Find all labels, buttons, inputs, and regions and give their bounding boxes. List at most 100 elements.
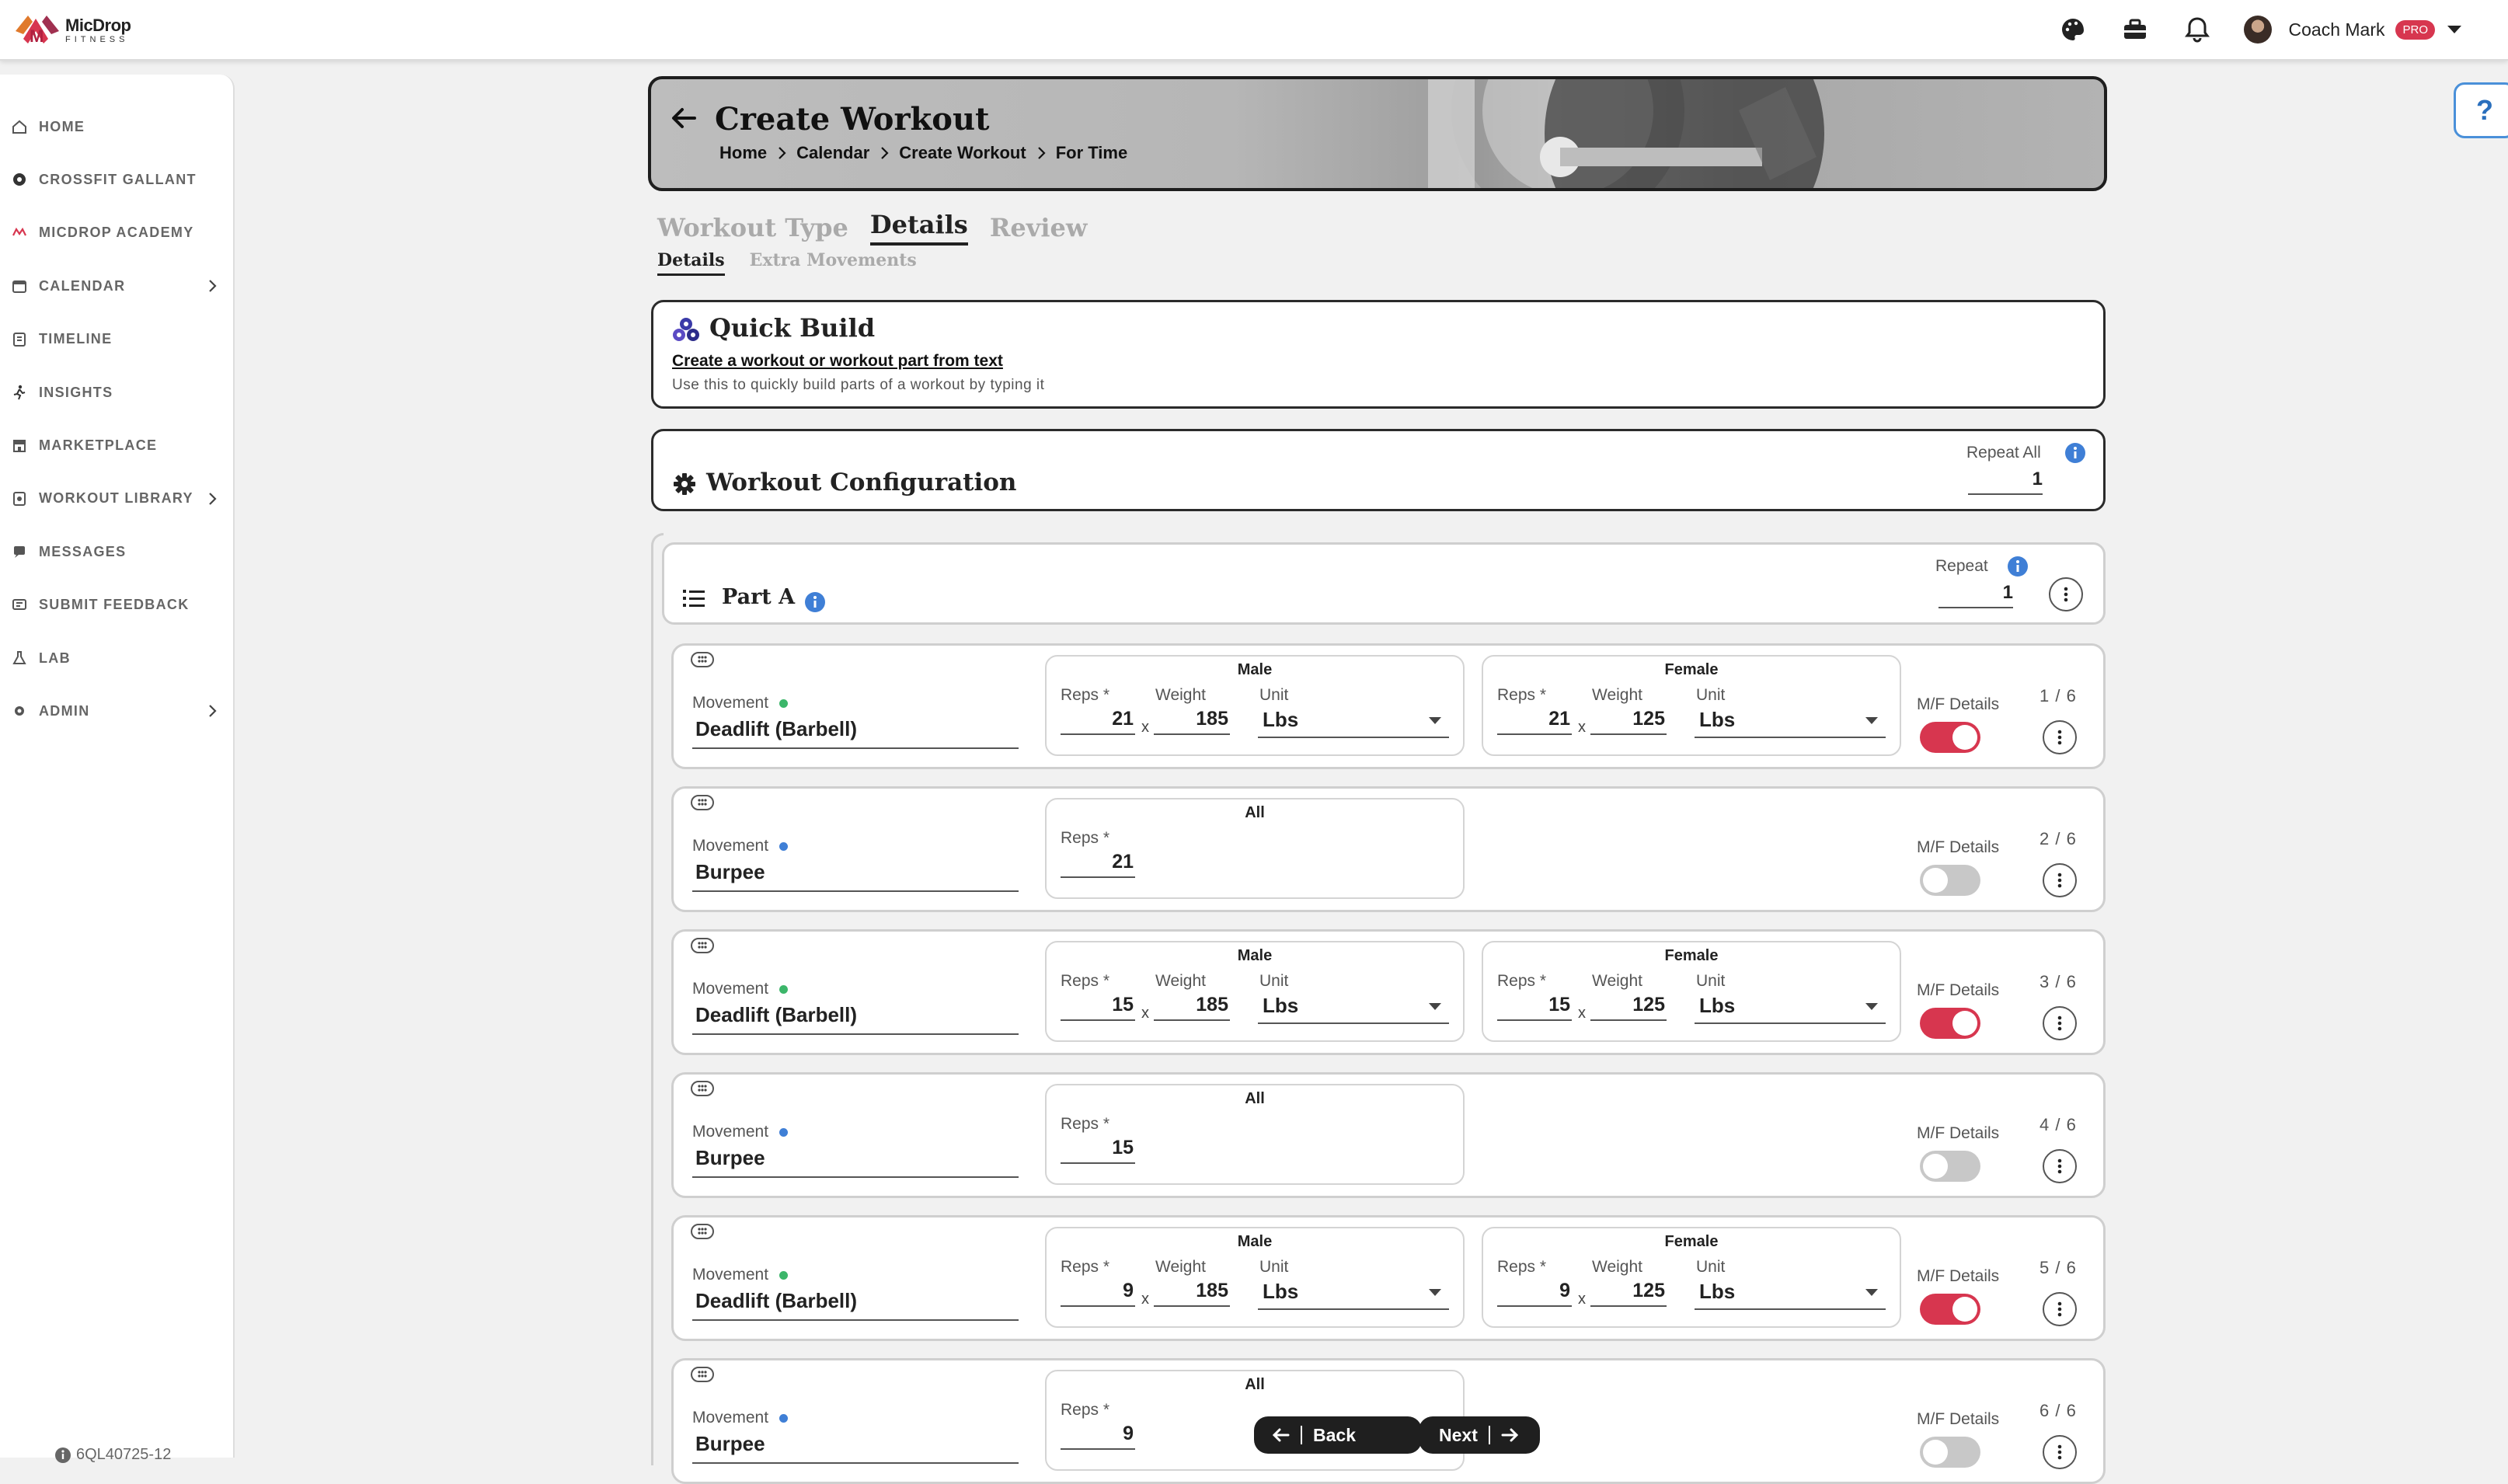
reps-label: Reps * (1497, 686, 1547, 704)
times-sign: x (1141, 1005, 1149, 1022)
breadcrumb-item[interactable]: Calendar (796, 143, 869, 163)
mf-details-toggle[interactable] (1920, 1294, 1980, 1325)
chevron-right-icon (1037, 147, 1046, 159)
weight-input[interactable]: 185 (1154, 1280, 1230, 1307)
breadcrumb-item[interactable]: Create Workout (899, 143, 1026, 163)
back-button[interactable]: Back (1254, 1416, 1422, 1454)
subtab-extra-movements[interactable]: Extra Movements (750, 250, 917, 276)
avatar[interactable] (2243, 16, 2272, 44)
dropdown-arrow-icon (1865, 1003, 1878, 1010)
weight-input[interactable]: 185 (1154, 994, 1230, 1021)
tab-workout-type[interactable]: Workout Type (657, 213, 848, 246)
subtab-details[interactable]: Details (657, 250, 725, 276)
toolbox-icon[interactable] (2120, 14, 2151, 45)
movement-index: 3 / 6 (2039, 972, 2077, 991)
tab-details[interactable]: Details (869, 210, 968, 246)
movement-input[interactable]: Burpee (692, 1432, 1019, 1464)
palette-icon[interactable] (2057, 14, 2088, 45)
info-icon[interactable] (2007, 556, 2029, 577)
sidebar-item-submit-feedback[interactable]: SUBMIT FEEDBACK (11, 594, 221, 617)
sidebar-item-admin[interactable]: ADMIN (11, 699, 221, 723)
movement-menu-button[interactable] (2043, 1292, 2077, 1326)
drag-handle-icon[interactable] (691, 652, 714, 667)
quick-build-link[interactable]: Create a workout or workout part from te… (672, 352, 1003, 371)
pro-badge: PRO (2395, 19, 2435, 40)
reps-label: Reps * (1061, 686, 1110, 704)
movement-menu-button[interactable] (2043, 863, 2077, 897)
chevron-right-icon[interactable] (204, 490, 221, 507)
next-button[interactable]: Next (1419, 1416, 1540, 1454)
reps-input[interactable]: 9 (1497, 1280, 1572, 1307)
info-icon[interactable] (804, 591, 826, 613)
tab-review[interactable]: Review (990, 213, 1088, 246)
reps-input[interactable]: 21 (1061, 851, 1135, 878)
sidebar-item-lab[interactable]: LAB (11, 646, 221, 670)
sidebar-item-workout-library[interactable]: WORKOUT LIBRARY (11, 487, 221, 510)
part-menu-button[interactable] (2049, 577, 2083, 611)
drag-handle-icon[interactable] (691, 1224, 714, 1239)
sidebar-item-messages[interactable]: MESSAGES (11, 540, 221, 563)
breadcrumb-item[interactable]: Home (719, 143, 767, 163)
help-button[interactable]: ? (2454, 82, 2508, 138)
back-arrow-icon[interactable] (668, 103, 699, 134)
reps-input[interactable]: 9 (1061, 1423, 1135, 1450)
movement-input[interactable]: Deadlift (Barbell) (692, 717, 1019, 749)
sidebar-item-crossfit-gallant[interactable]: CROSSFIT GALLANT (11, 168, 221, 191)
mf-details-toggle[interactable] (1920, 1151, 1980, 1182)
reps-label: Reps * (1061, 829, 1110, 847)
bell-icon[interactable] (2182, 14, 2213, 45)
movement-input[interactable]: Burpee (692, 860, 1019, 892)
unit-select[interactable]: Lbs (1258, 1280, 1449, 1310)
mf-details-toggle[interactable] (1920, 865, 1980, 896)
weight-input[interactable]: 185 (1154, 708, 1230, 735)
unit-select[interactable]: Lbs (1695, 994, 1886, 1024)
mf-details-toggle[interactable] (1920, 1008, 1980, 1039)
reps-input[interactable]: 15 (1061, 994, 1135, 1021)
movement-input[interactable]: Deadlift (Barbell) (692, 1003, 1019, 1035)
weight-input[interactable]: 125 (1590, 1280, 1667, 1307)
movement-menu-button[interactable] (2043, 720, 2077, 754)
unit-select[interactable]: Lbs (1258, 994, 1449, 1024)
reps-input[interactable]: 9 (1061, 1280, 1135, 1307)
male-group: Male Reps * Weight Unit 21 x 185 Lbs (1045, 655, 1465, 756)
movement-menu-button[interactable] (2043, 1006, 2077, 1040)
movement-input[interactable]: Deadlift (Barbell) (692, 1289, 1019, 1321)
chevron-right-icon[interactable] (204, 702, 221, 719)
drag-handle-icon[interactable] (691, 1081, 714, 1096)
unit-select[interactable]: Lbs (1695, 708, 1886, 738)
unit-select[interactable]: Lbs (1258, 708, 1449, 738)
weight-input[interactable]: 125 (1590, 994, 1667, 1021)
reps-input[interactable]: 21 (1061, 708, 1135, 735)
unit-select[interactable]: Lbs (1695, 1280, 1886, 1310)
reps-input[interactable]: 15 (1061, 1137, 1135, 1164)
user-name[interactable]: Coach Mark (2289, 19, 2385, 40)
movement-menu-button[interactable] (2043, 1435, 2077, 1469)
sidebar-item-micdrop-academy[interactable]: MICDROP ACADEMY (11, 221, 221, 245)
drag-handle-icon[interactable] (691, 1367, 714, 1382)
reps-input[interactable]: 21 (1497, 708, 1572, 735)
reps-label: Reps * (1061, 1115, 1110, 1133)
reps-input[interactable]: 15 (1497, 994, 1572, 1021)
sidebar-item-home[interactable]: HOME (11, 115, 221, 138)
movement-menu-button[interactable] (2043, 1149, 2077, 1183)
mf-details-toggle[interactable] (1920, 722, 1980, 753)
breadcrumb-item[interactable]: For Time (1056, 143, 1128, 163)
repeat-all-input[interactable]: 1 (1968, 469, 2043, 495)
repeat-input[interactable]: 1 (1938, 582, 2013, 608)
sidebar-item-label: LAB (39, 650, 71, 666)
movement-index: 1 / 6 (2039, 686, 2077, 705)
mf-details-toggle[interactable] (1920, 1437, 1980, 1468)
user-menu-caret-icon[interactable] (2447, 26, 2461, 33)
weight-input[interactable]: 125 (1590, 708, 1667, 735)
sidebar-item-calendar[interactable]: CALENDAR (11, 274, 221, 298)
drag-handle-icon[interactable] (691, 795, 714, 810)
movement-input[interactable]: Burpee (692, 1146, 1019, 1178)
info-icon[interactable] (2064, 442, 2086, 464)
sidebar-item-marketplace[interactable]: MARKETPLACE (11, 434, 221, 457)
sidebar-item-label: HOME (39, 118, 85, 134)
sidebar-item-insights[interactable]: INSIGHTS (11, 381, 221, 404)
drag-handle-icon[interactable] (691, 938, 714, 953)
chevron-right-icon[interactable] (204, 277, 221, 294)
app-logo[interactable]: M MicDrop FITNESS (12, 8, 131, 53)
sidebar-item-timeline[interactable]: TIMELINE (11, 328, 221, 351)
